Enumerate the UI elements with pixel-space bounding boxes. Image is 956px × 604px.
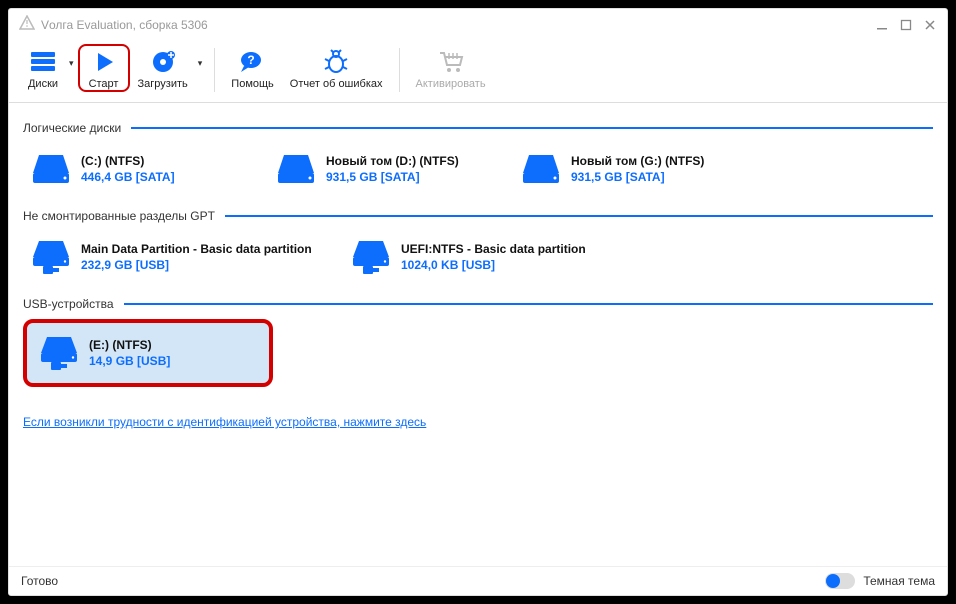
load-button[interactable]: Загрузить xyxy=(130,44,196,92)
section-usb-devices: USB-устройства xyxy=(23,297,933,311)
cart-icon xyxy=(435,48,467,76)
activate-button[interactable]: Активировать xyxy=(408,44,494,92)
status-text: Готово xyxy=(21,574,58,588)
drive-size: 232,9 GB [USB] xyxy=(81,258,312,272)
usb-drive-icon xyxy=(37,333,81,373)
disks-button[interactable]: Диски xyxy=(19,44,67,92)
app-logo-icon xyxy=(19,15,35,34)
statusbar: Готово Темная тема xyxy=(9,566,947,595)
drive-item[interactable]: Main Data Partition - Basic data partiti… xyxy=(23,231,333,283)
drive-name: (E:) (NTFS) xyxy=(89,338,170,352)
drive-item[interactable]: Новый том (D:) (NTFS) 931,5 GB [SATA] xyxy=(268,143,503,195)
load-icon xyxy=(147,48,179,76)
window-title: Vолга Evaluation, сборка 5306 xyxy=(41,18,208,32)
maximize-icon[interactable] xyxy=(899,18,913,32)
section-logical-disks: Логические диски xyxy=(23,121,933,135)
drive-icon xyxy=(519,149,563,189)
disks-icon xyxy=(27,48,59,76)
section-gpt-partitions: Не смонтированные разделы GPT xyxy=(23,209,933,223)
dark-theme-toggle[interactable] xyxy=(825,573,855,589)
drive-item[interactable]: Новый том (G:) (NTFS) 931,5 GB [SATA] xyxy=(513,143,748,195)
drive-size: 931,5 GB [SATA] xyxy=(571,170,704,184)
drive-size: 446,4 GB [SATA] xyxy=(81,170,175,184)
usb-drive-icon xyxy=(349,237,393,277)
drive-item[interactable]: UEFI:NTFS - Basic data partition 1024,0 … xyxy=(343,231,653,283)
drive-size: 931,5 GB [SATA] xyxy=(326,170,459,184)
bug-icon xyxy=(320,48,352,76)
drive-name: (C:) (NTFS) xyxy=(81,154,175,168)
chevron-down-icon[interactable]: ▾ xyxy=(67,58,78,79)
play-icon xyxy=(88,48,120,76)
minimize-icon[interactable] xyxy=(875,18,889,32)
drive-item[interactable]: (C:) (NTFS) 446,4 GB [SATA] xyxy=(23,143,258,195)
help-icon: ? xyxy=(237,48,269,76)
drive-name: UEFI:NTFS - Basic data partition xyxy=(401,242,586,256)
usb-drive-icon xyxy=(29,237,73,277)
content-area: Логические диски (C:) (NTFS) 446,4 GB [S… xyxy=(9,103,947,566)
drive-size: 1024,0 KB [USB] xyxy=(401,258,586,272)
svg-text:?: ? xyxy=(247,53,254,67)
bug-report-button[interactable]: Отчет об ошибках xyxy=(282,44,391,92)
chevron-down-icon[interactable]: ▾ xyxy=(196,58,207,79)
start-button[interactable]: Старт xyxy=(78,44,130,92)
drive-name: Новый том (D:) (NTFS) xyxy=(326,154,459,168)
app-window: Vолга Evaluation, сборка 5306 Диски ▾ Ст… xyxy=(8,8,948,596)
drive-name: Новый том (G:) (NTFS) xyxy=(571,154,704,168)
drive-name: Main Data Partition - Basic data partiti… xyxy=(81,242,312,256)
drive-item-selected[interactable]: (E:) (NTFS) 14,9 GB [USB] xyxy=(23,319,273,387)
close-icon[interactable] xyxy=(923,18,937,32)
drive-icon xyxy=(29,149,73,189)
toolbar: Диски ▾ Старт Загрузить ▾ ? Помощь xyxy=(9,40,947,103)
drive-icon xyxy=(274,149,318,189)
titlebar: Vолга Evaluation, сборка 5306 xyxy=(9,9,947,40)
dark-theme-label: Темная тема xyxy=(863,574,935,588)
identification-help-link[interactable]: Если возникли трудности с идентификацией… xyxy=(23,415,426,429)
help-button[interactable]: ? Помощь xyxy=(223,44,282,92)
drive-size: 14,9 GB [USB] xyxy=(89,354,170,368)
